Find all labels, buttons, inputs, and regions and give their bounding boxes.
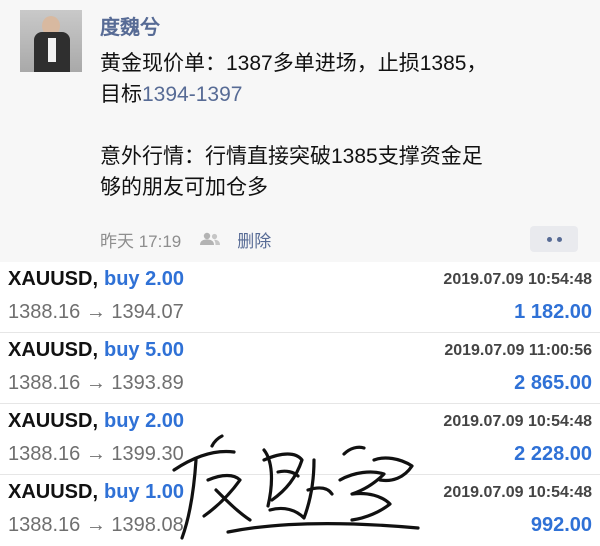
post-time: 昨天 17:19	[100, 231, 182, 251]
post-line: 够的朋友可加仓多	[100, 176, 268, 199]
avatar[interactable]	[20, 10, 82, 72]
post-line: 目标1394-1397	[100, 79, 580, 110]
trade-symbol: XAUUSD,	[8, 339, 99, 361]
trade-profit: 992.00	[530, 514, 592, 536]
trade-profit: 1 182.00	[514, 301, 592, 323]
trade-row[interactable]: XAUUSD, buy 2.00 2019.07.09 10:54:48 138…	[0, 262, 600, 333]
delete-link[interactable]: 删除	[237, 227, 271, 252]
people-icon[interactable]	[199, 232, 221, 246]
author-name[interactable]: 度魏兮	[100, 11, 160, 40]
trade-symbol: XAUUSD,	[8, 481, 99, 503]
trade-side: buy 1.00	[104, 481, 185, 503]
trade-row[interactable]: XAUUSD, buy 5.00 2019.07.09 11:00:56 138…	[0, 333, 600, 404]
trade-prices: 1388.16 → 1394.07	[8, 301, 184, 323]
trade-prices: 1388.16 → 1393.89	[8, 372, 184, 394]
avatar-shirt	[48, 38, 56, 62]
trade-profit: 2 228.00	[514, 443, 592, 465]
post-target-label: 目标	[100, 83, 142, 106]
post-text: 黄金现价单：1387多单进场，止损1385， 目标1394-1397 意外行情：…	[100, 48, 580, 203]
trade-datetime: 2019.07.09 10:54:48	[443, 484, 592, 501]
trade-list: XAUUSD, buy 2.00 2019.07.09 10:54:48 138…	[0, 262, 600, 545]
more-dots-icon	[556, 236, 562, 242]
more-options-button[interactable]	[530, 226, 578, 252]
more-dots-icon	[546, 236, 552, 242]
trade-symbol: XAUUSD,	[8, 410, 99, 432]
trade-side: buy 5.00	[104, 339, 185, 361]
trade-row[interactable]: XAUUSD, buy 1.00 2019.07.09 10:54:48 138…	[0, 475, 600, 545]
post-line: 意外行情：行情直接突破1385支撑资金足	[100, 145, 483, 168]
trade-datetime: 2019.07.09 11:00:56	[444, 342, 592, 359]
trade-side: buy 2.00	[104, 410, 185, 432]
trade-prices: 1388.16 → 1399.30	[8, 443, 184, 465]
trade-side: buy 2.00	[104, 268, 185, 290]
post-target-link[interactable]: 1394-1397	[142, 83, 242, 106]
post-line: 黄金现价单：1387多单进场，止损1385，	[100, 52, 488, 75]
trade-datetime: 2019.07.09 10:54:48	[443, 271, 592, 288]
trade-symbol: XAUUSD,	[8, 268, 99, 290]
trade-datetime: 2019.07.09 10:54:48	[443, 413, 592, 430]
trade-prices: 1388.16 → 1398.08	[8, 514, 184, 536]
moments-post: 度魏兮 黄金现价单：1387多单进场，止损1385， 目标1394-1397 意…	[0, 0, 600, 262]
post-meta: 昨天 17:19 删除	[100, 226, 271, 252]
trade-row[interactable]: XAUUSD, buy 2.00 2019.07.09 10:54:48 138…	[0, 404, 600, 475]
trade-profit: 2 865.00	[514, 372, 592, 394]
